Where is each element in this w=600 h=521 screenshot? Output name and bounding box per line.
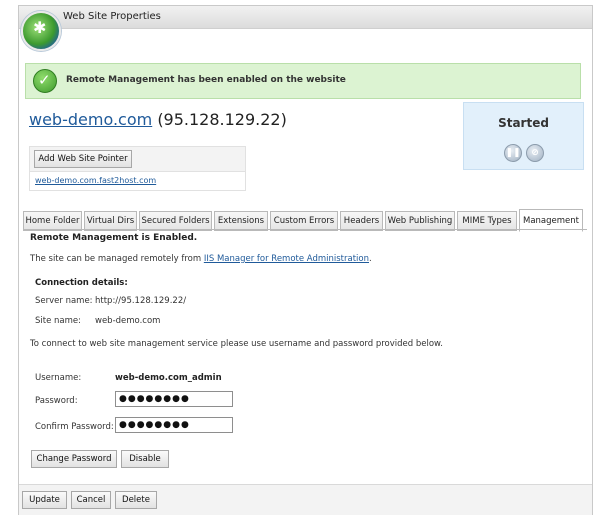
site-name-value: web-demo.com [95, 316, 161, 326]
password-label: Password: [35, 396, 78, 406]
tab-home-folder[interactable]: Home Folder [23, 211, 82, 231]
pause-icon[interactable]: ❚❚ [504, 144, 522, 162]
check-circle-icon: ✓ [33, 69, 57, 93]
add-web-site-pointer-button[interactable]: Add Web Site Pointer [34, 150, 132, 168]
confirm-password-label: Confirm Password: [35, 422, 114, 432]
cancel-button[interactable]: Cancel [71, 491, 111, 509]
username-label: Username: [35, 373, 82, 383]
iis-manager-link[interactable]: IIS Manager for Remote Administration [204, 254, 369, 264]
tab-secured-folders[interactable]: Secured Folders [139, 211, 212, 231]
success-alert: ✓ Remote Management has been enabled on … [25, 63, 581, 99]
instructions-text: To connect to web site management servic… [30, 339, 443, 349]
site-domain-link[interactable]: web-demo.com [29, 110, 152, 129]
window-title: Web Site Properties [63, 11, 161, 22]
server-name-label: Server name: [35, 296, 93, 306]
status-label: Started [498, 116, 549, 130]
server-name-value: http://95.128.129.22/ [95, 296, 187, 306]
management-intro: The site can be managed remotely from II… [30, 254, 372, 264]
tab-mime-types[interactable]: MIME Types [457, 211, 517, 231]
password-input[interactable] [115, 391, 233, 407]
delete-button[interactable]: Delete [115, 491, 157, 509]
footer-bar: Update Cancel Delete [19, 484, 592, 515]
site-heading: web-demo.com (95.128.129.22) [29, 110, 287, 129]
management-heading: Remote Management is Enabled. [30, 233, 198, 243]
properties-panel: Web Site Properties ✱ ✓ Remote Managemen… [18, 5, 593, 515]
alert-message: Remote Management has been enabled on th… [66, 75, 346, 85]
site-ip: (95.128.129.22) [157, 110, 287, 129]
status-box: Started ❚❚ ⊘ [463, 102, 584, 170]
tab-web-publishing[interactable]: Web Publishing [385, 211, 455, 231]
tab-custom-errors[interactable]: Custom Errors [270, 211, 338, 231]
pointer-toolbar: Add Web Site Pointer [29, 146, 246, 172]
username-value: web-demo.com_admin [115, 373, 222, 383]
tab-headers[interactable]: Headers [340, 211, 383, 231]
change-password-button[interactable]: Change Password [31, 450, 117, 468]
tab-divider [23, 229, 587, 230]
disable-button[interactable]: Disable [121, 450, 169, 468]
title-bar: Web Site Properties [19, 6, 592, 29]
stop-icon[interactable]: ⊘ [526, 144, 544, 162]
tab-extensions[interactable]: Extensions [214, 211, 268, 231]
site-name-label: Site name: [35, 316, 81, 326]
pointer-link[interactable]: web-demo.com.fast2host.com [35, 176, 156, 185]
connection-details-heading: Connection details: [35, 278, 128, 288]
globe-icon: ✱ [21, 11, 61, 51]
pointer-list: web-demo.com.fast2host.com [29, 172, 246, 191]
update-button[interactable]: Update [22, 491, 67, 509]
intro-suffix: . [369, 254, 372, 264]
intro-text: The site can be managed remotely from [30, 254, 204, 264]
confirm-password-input[interactable] [115, 417, 233, 433]
tab-virtual-dirs[interactable]: Virtual Dirs [84, 211, 137, 231]
